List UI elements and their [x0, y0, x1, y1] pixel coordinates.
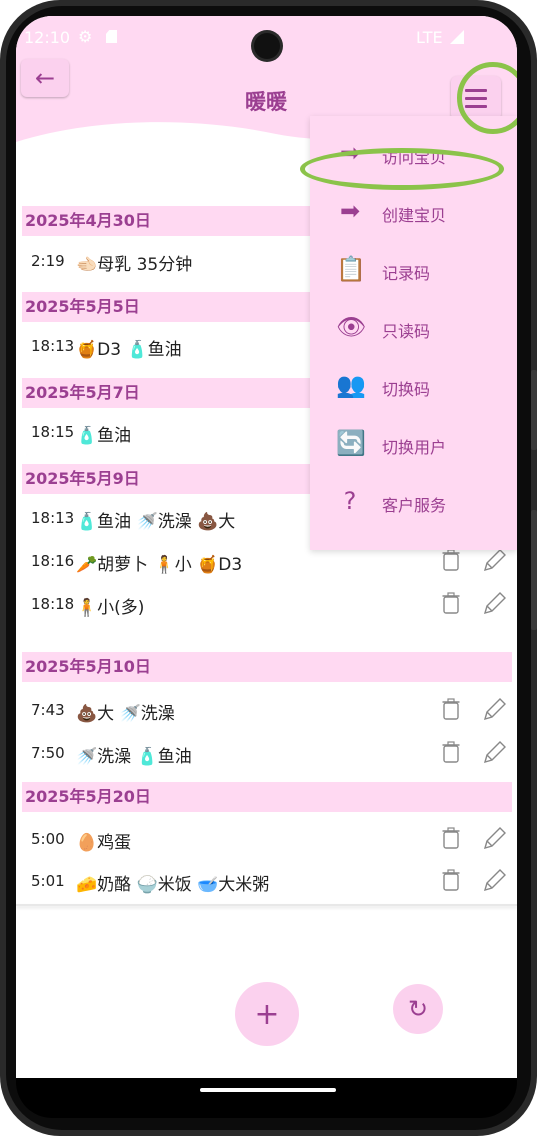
plus-icon: +: [254, 996, 280, 1032]
settings-gear-icon: ⚙: [78, 27, 93, 46]
question-mark-icon: ?: [343, 487, 357, 515]
add-record-button[interactable]: +: [235, 982, 299, 1046]
refresh-icon: ↻: [407, 995, 429, 1023]
pencil-icon[interactable]: [480, 547, 508, 575]
power-button: [531, 510, 537, 630]
people-icon: 👥: [336, 371, 366, 399]
pencil-icon[interactable]: [480, 739, 508, 767]
date-header: 2025年5月20日: [22, 782, 512, 812]
entry-description: 💩大 🚿洗澡: [76, 704, 175, 724]
pencil-icon[interactable]: [480, 867, 508, 895]
entry-description: 🧀奶酪 🍚米饭 🥣大米粥: [76, 875, 270, 895]
front-camera: [254, 33, 280, 59]
menu-item-label: 客户服务: [382, 496, 447, 515]
entry-time: 5:01: [31, 872, 65, 890]
trash-icon[interactable]: [442, 869, 460, 891]
menu-item-label: 创建宝贝: [382, 206, 447, 225]
entry-description: 🚿洗澡 🧴鱼油: [76, 747, 192, 767]
entry-description: 🧍小(多): [76, 598, 145, 618]
entry-description: 🧴鱼油: [76, 426, 132, 446]
menu-item-label: 切换码: [382, 380, 431, 399]
entry-description: 🥕胡萝卜 🧍小 🍯D3: [76, 555, 243, 575]
screen: 12:10 ⚙ LTE ← 暖暖 2025年4月30日 2:19 🫲🏻母乳 35…: [16, 16, 517, 1078]
menu-item-record-code[interactable]: 📋 记录码: [310, 240, 517, 298]
entry-description: 🍯D3 🧴鱼油: [76, 340, 182, 360]
page-title: 暖暖: [245, 90, 287, 114]
list-item[interactable]: 5:01 🧀奶酪 🍚米饭 🥣大米粥: [16, 859, 517, 901]
list-item[interactable]: 18:18 🧍小(多): [16, 582, 517, 624]
sync-icon: 🔄: [336, 429, 366, 457]
entry-time: 18:13: [31, 509, 75, 527]
list-item[interactable]: 7:50 🚿洗澡 🧴鱼油: [16, 731, 517, 773]
entry-time: 2:19: [31, 252, 65, 270]
menu-item-label: 记录码: [382, 264, 431, 283]
entry-time: 18:18: [31, 595, 75, 613]
menu-item-customer-service[interactable]: ? 客户服务: [310, 472, 517, 530]
status-time: 12:10: [24, 28, 71, 47]
entry-time: 7:50: [31, 744, 65, 762]
trash-icon[interactable]: [442, 827, 460, 849]
navigation-bar: [16, 1078, 517, 1118]
entry-time: 7:43: [31, 701, 65, 719]
back-button[interactable]: ←: [21, 59, 69, 97]
entry-time: 18:13: [31, 337, 75, 355]
menu-item-readonly-code[interactable]: 👁 只读码: [310, 298, 517, 356]
menu-item-label: 只读码: [382, 322, 431, 341]
entry-description: 🫲🏻母乳 35分钟: [76, 255, 193, 275]
list-item[interactable]: 7:43 💩大 🚿洗澡: [16, 688, 517, 730]
list-item[interactable]: 5:00 🥚鸡蛋: [16, 817, 517, 859]
menu-item-create-baby[interactable]: ➡ 创建宝贝: [310, 182, 517, 240]
volume-button: [531, 370, 537, 450]
entry-description: 🧴鱼油 🚿洗澡 💩大: [76, 512, 236, 532]
menu-item-label: 切换用户: [382, 438, 447, 457]
signal-icon: [450, 30, 464, 44]
entry-time: 5:00: [31, 830, 65, 848]
entry-time: 18:16: [31, 552, 75, 570]
list-divider: [16, 904, 517, 906]
arrow-right-icon: ➡: [339, 197, 361, 225]
menu-item-switch-code[interactable]: 👥 切换码: [310, 356, 517, 414]
home-indicator[interactable]: [200, 1088, 336, 1092]
highlight-ring-visit-baby: [300, 148, 504, 190]
date-header: 2025年5月10日: [22, 652, 512, 682]
trash-icon[interactable]: [442, 592, 460, 614]
clipboard-edit-icon: 📋: [336, 255, 366, 283]
entry-time: 18:15: [31, 423, 75, 441]
trash-icon[interactable]: [442, 741, 460, 763]
pencil-icon[interactable]: [480, 590, 508, 618]
menu-item-switch-user[interactable]: 🔄 切换用户: [310, 414, 517, 472]
refresh-button[interactable]: ↻: [393, 984, 443, 1034]
arrow-left-icon: ←: [34, 64, 56, 92]
trash-icon[interactable]: [442, 549, 460, 571]
entry-description: 🥚鸡蛋: [76, 833, 132, 853]
sd-card-icon: [106, 30, 117, 43]
pencil-icon[interactable]: [480, 696, 508, 724]
pencil-icon[interactable]: [480, 825, 508, 853]
network-type: LTE: [416, 28, 443, 47]
eye-icon: 👁: [336, 313, 367, 341]
trash-icon[interactable]: [442, 698, 460, 720]
